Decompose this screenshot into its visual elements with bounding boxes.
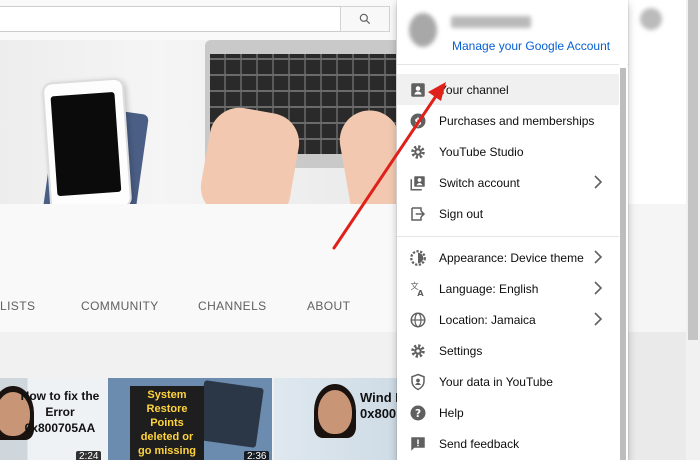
menu-scrollbar[interactable] <box>619 64 627 460</box>
menu-item-language[interactable]: 文A Language: English <box>397 273 619 304</box>
search-button[interactable] <box>340 6 390 32</box>
channel-banner <box>0 40 396 204</box>
menu-item-label: Switch account <box>439 176 520 190</box>
gear-icon <box>411 145 425 159</box>
menu-item-label: YouTube Studio <box>439 145 524 159</box>
feedback-icon <box>411 437 425 451</box>
svg-text:$: $ <box>414 116 421 128</box>
chevron-right-icon <box>594 250 603 264</box>
account-menu: Manage your Google Account Your channel … <box>397 0 628 460</box>
menu-item-youtube-studio[interactable]: YouTube Studio <box>397 136 619 167</box>
globe-icon <box>410 312 426 328</box>
tab-channels[interactable]: CHANNELS <box>198 299 267 313</box>
dollar-icon: $ <box>410 113 426 129</box>
chevron-right-icon <box>594 312 603 326</box>
menu-item-sign-out[interactable]: Sign out <box>397 198 619 229</box>
video-title: System Restore Points deleted or go miss… <box>130 386 204 460</box>
svg-text:A: A <box>417 288 424 298</box>
menu-item-send-feedback[interactable]: Send feedback <box>397 428 619 459</box>
menu-item-label: Help <box>439 406 464 420</box>
shield-person-icon <box>411 373 425 391</box>
chevron-right-icon <box>594 281 603 295</box>
menu-item-appearance[interactable]: Appearance: Device theme <box>397 242 619 273</box>
translate-icon: 文A <box>411 281 425 298</box>
thumbnail-laptop <box>196 380 264 448</box>
video-duration: 2:36 <box>244 451 270 460</box>
menu-item-settings[interactable]: Settings <box>397 335 619 366</box>
avatar[interactable] <box>640 8 662 30</box>
menu-item-label: Settings <box>439 344 483 358</box>
tab-community[interactable]: COMMUNITY <box>81 299 159 313</box>
gear-icon <box>411 344 425 358</box>
menu-item-location[interactable]: Location: Jamaica <box>397 304 619 335</box>
account-name-redacted <box>451 16 531 28</box>
account-header: Manage your Google Account <box>397 0 628 65</box>
menu-item-your-data[interactable]: Your data in YouTube <box>397 366 619 397</box>
search-icon <box>359 13 371 25</box>
person-box-icon <box>411 83 425 97</box>
menu-item-label: Your data in YouTube <box>439 375 553 389</box>
avatar <box>409 13 437 47</box>
thumbnail-face <box>318 390 352 434</box>
page-scrollbar[interactable] <box>686 0 700 460</box>
video-thumbnail[interactable]: System Restore Points deleted or go miss… <box>108 378 272 460</box>
svg-text:?: ? <box>415 408 421 420</box>
menu-item-your-channel[interactable]: Your channel <box>397 74 619 105</box>
switch-account-icon <box>410 176 425 191</box>
tab-playlists[interactable]: LISTS <box>0 299 35 313</box>
menu-item-label: Purchases and memberships <box>439 114 595 128</box>
menu-item-purchases[interactable]: $ Purchases and memberships <box>397 105 619 136</box>
menu-item-label: Your channel <box>439 83 509 97</box>
help-icon: ? <box>410 405 426 421</box>
chevron-right-icon <box>594 175 603 189</box>
menu-item-label: Sign out <box>439 207 484 221</box>
tab-about[interactable]: ABOUT <box>307 299 350 313</box>
video-title: How to fix the Error 0x800705AA <box>20 389 100 435</box>
menu-item-label: Send feedback <box>439 437 520 451</box>
menu-item-label: Language: English <box>439 282 539 296</box>
menu-item-label: Location: Jamaica <box>439 313 536 327</box>
menu-item-switch-account[interactable]: Switch account <box>397 167 619 198</box>
banner-phone <box>41 77 133 204</box>
video-duration: 2:24 <box>76 451 102 460</box>
sign-out-icon <box>411 207 426 221</box>
menu-item-label: Appearance: Device theme <box>439 251 584 265</box>
menu-item-help[interactable]: ? Help <box>397 397 619 428</box>
search-input[interactable] <box>0 6 390 32</box>
appearance-icon <box>410 250 426 266</box>
manage-account-link[interactable]: Manage your Google Account <box>452 39 610 53</box>
menu-divider <box>397 236 619 237</box>
